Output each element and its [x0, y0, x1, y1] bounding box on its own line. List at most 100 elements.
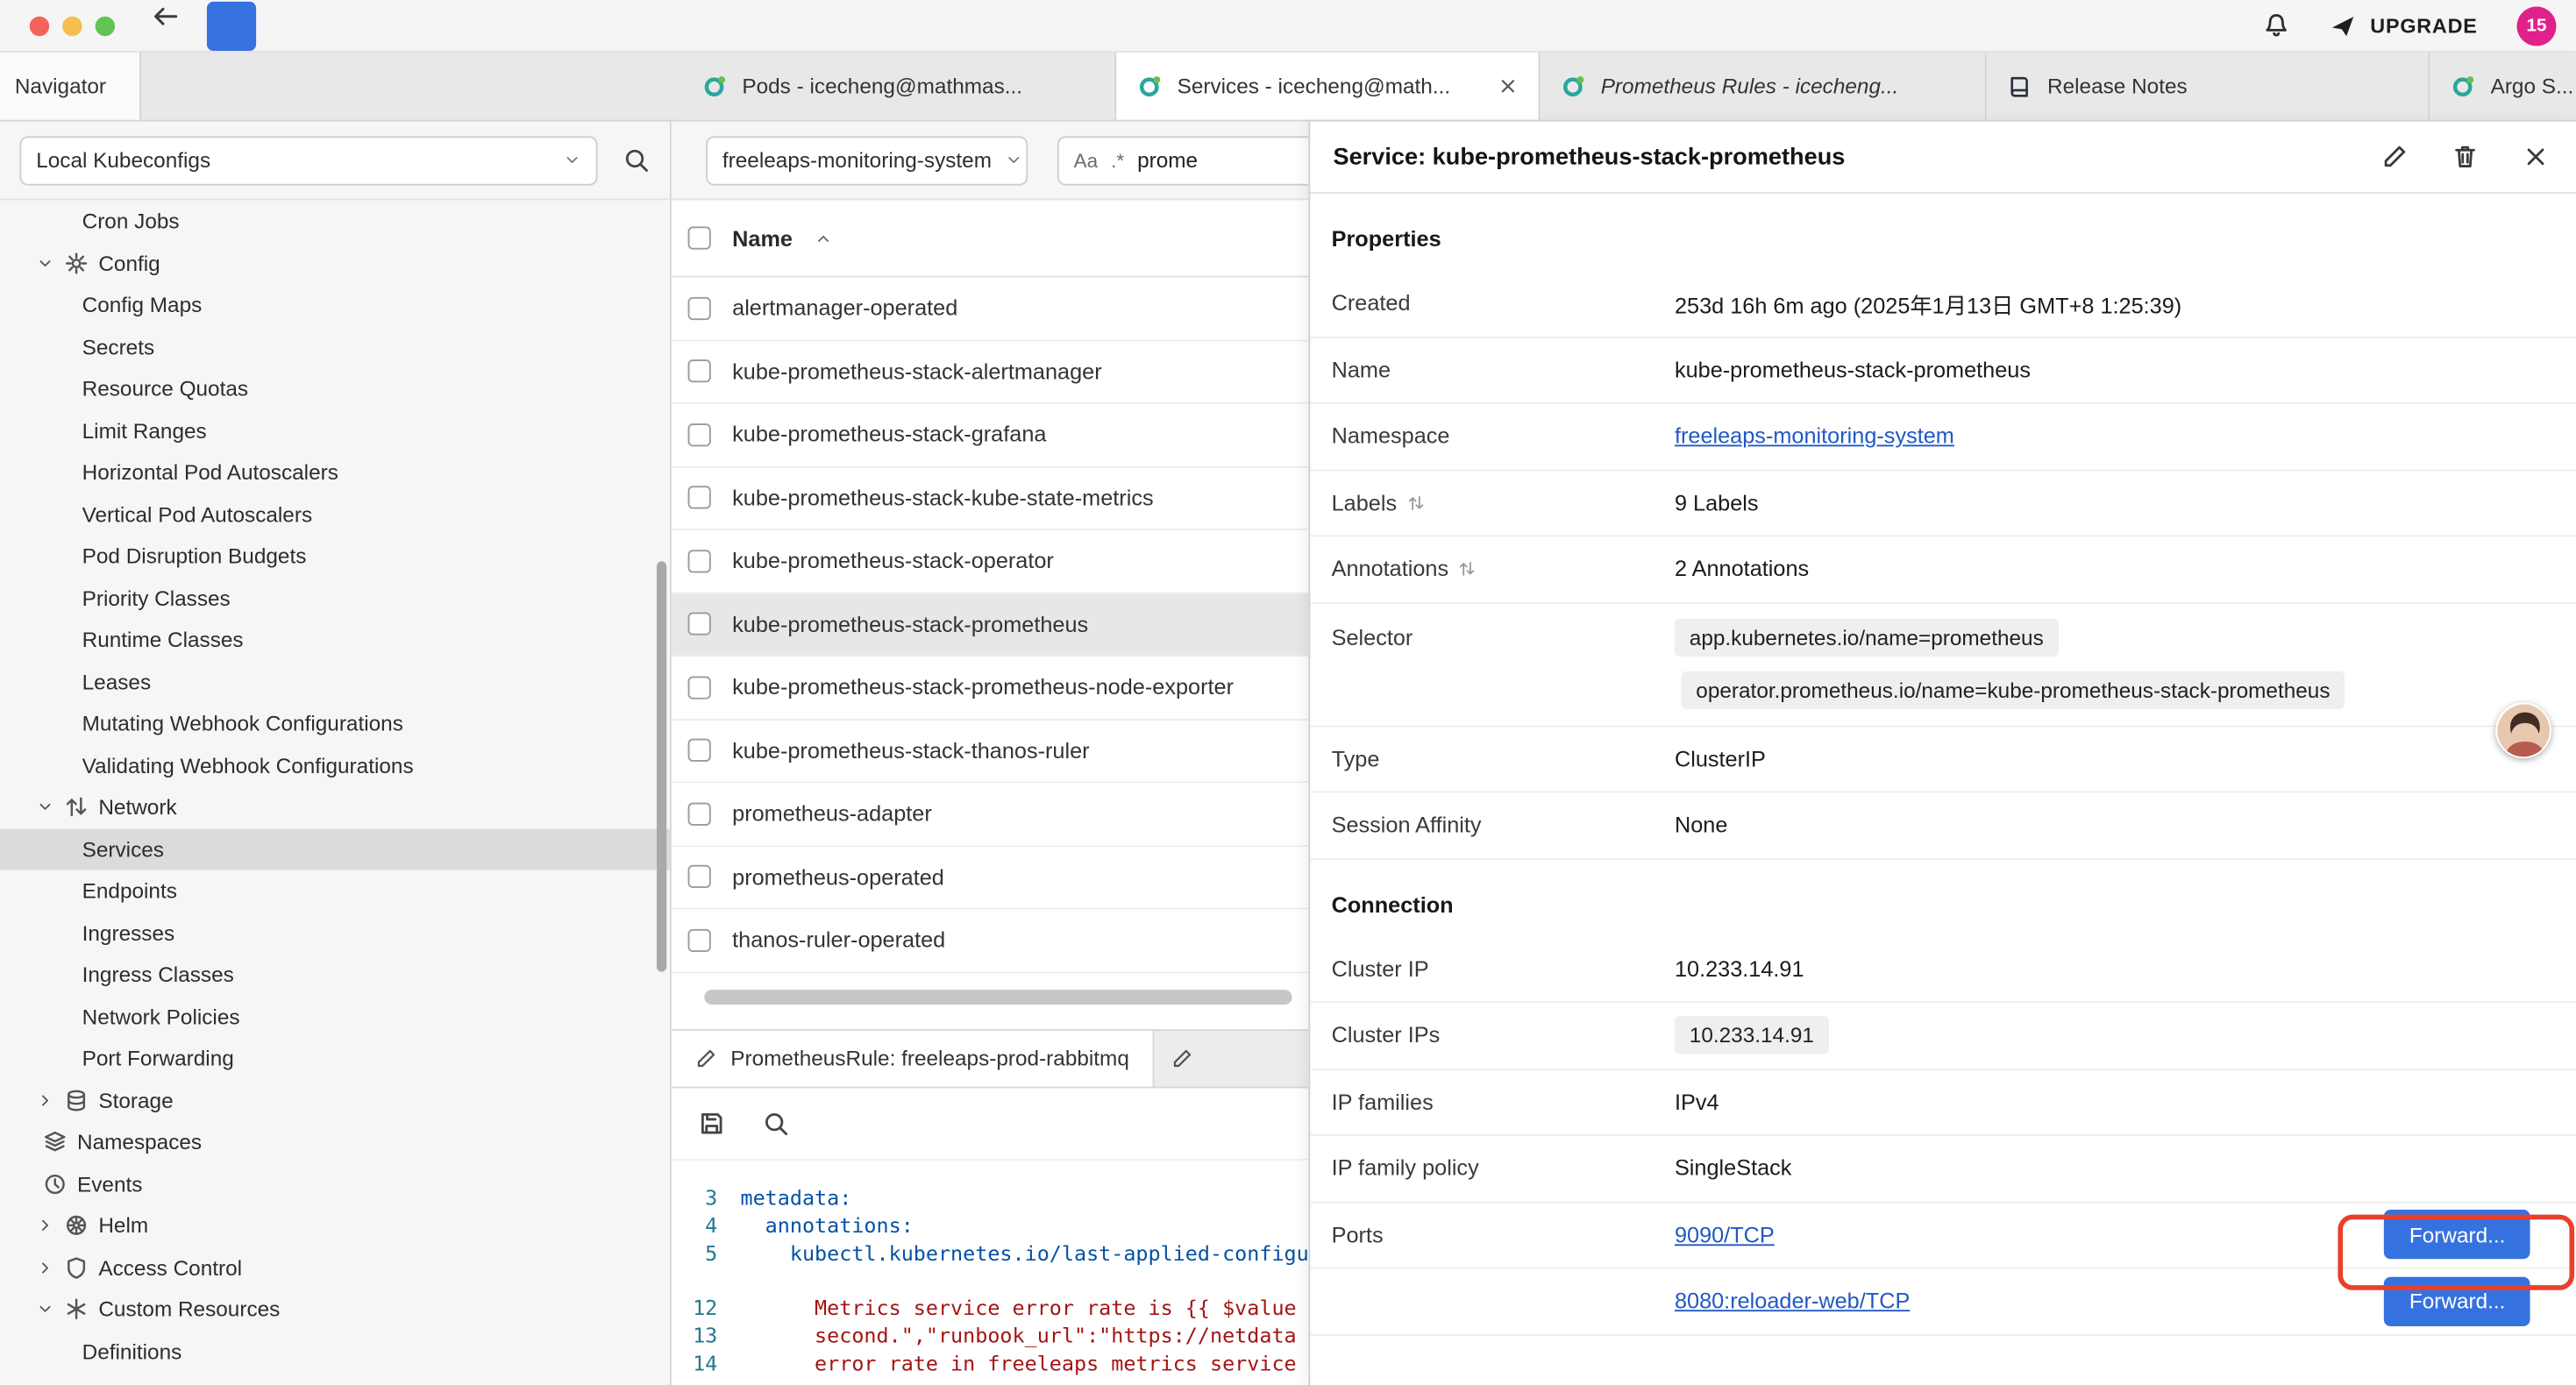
sidebar-item-helm[interactable]: Helm: [0, 1204, 670, 1246]
tab-navigator[interactable]: Navigator: [0, 53, 141, 120]
sidebar-item-cron-jobs[interactable]: Cron Jobs: [0, 200, 670, 242]
close-tab-icon[interactable]: [1498, 75, 1519, 96]
sort-ascending-icon[interactable]: [814, 229, 832, 247]
sidebar-item-custom-resources[interactable]: Custom Resources: [0, 1289, 670, 1331]
sidebar-item-network[interactable]: Network: [0, 786, 670, 828]
expand-updown-icon[interactable]: [1406, 494, 1425, 512]
forward-port-button[interactable]: Forward...: [2385, 1276, 2530, 1325]
namespace-select[interactable]: freeleaps-monitoring-system: [706, 135, 1028, 184]
editor-tab-prometheusrule[interactable]: PrometheusRule: freeleaps-prod-rabbitmq: [672, 1030, 1154, 1086]
sidebar-scrollbar-thumb[interactable]: [657, 561, 666, 971]
sidebar-item-access-control[interactable]: Access Control: [0, 1246, 670, 1289]
sidebar-item-limit-ranges[interactable]: Limit Ranges: [0, 409, 670, 451]
tab-prometheus-rules[interactable]: Prometheus Rules - icecheng...: [1540, 53, 1986, 120]
row-checkbox[interactable]: [688, 613, 711, 636]
match-case-toggle[interactable]: Aa: [1074, 148, 1099, 171]
zoom-window-button[interactable]: [96, 16, 115, 35]
detail-row-type: Type ClusterIP: [1310, 727, 2576, 793]
sidebar-item-storage[interactable]: Storage: [0, 1079, 670, 1121]
edit-pencil-icon[interactable]: [2380, 143, 2409, 171]
sidebar-item-services[interactable]: Services: [0, 828, 670, 870]
table-row[interactable]: prometheus-operated: [672, 846, 1309, 909]
save-button[interactable]: [698, 1109, 726, 1137]
notification-count-badge[interactable]: 15: [2517, 6, 2557, 46]
namespace-link[interactable]: freeleaps-monitoring-system: [1675, 424, 1954, 449]
select-all-checkbox[interactable]: [688, 226, 711, 249]
code-line[interactable]: 5 kubectl.kubernetes.io/last-applied-con…: [672, 1239, 1309, 1267]
sidebar-item-events[interactable]: Events: [0, 1163, 670, 1205]
tab-release-notes[interactable]: Release Notes: [1987, 53, 2430, 120]
table-row[interactable]: kube-prometheus-stack-operator: [672, 530, 1309, 593]
code-line[interactable]: 13 second.","runbook_url":"https://netda…: [672, 1320, 1309, 1348]
row-checkbox[interactable]: [688, 676, 711, 699]
table-row[interactable]: kube-prometheus-stack-alertmanager: [672, 341, 1309, 404]
sidebar-item-config-maps[interactable]: Config Maps: [0, 284, 670, 326]
port-link-9090[interactable]: 9090/TCP: [1675, 1223, 1775, 1247]
sidebar-item-resource-quotas[interactable]: Resource Quotas: [0, 367, 670, 409]
code-line[interactable]: 12 Metrics service error rate is {{ $val…: [672, 1293, 1309, 1321]
table-row-selected[interactable]: kube-prometheus-stack-prometheus: [672, 593, 1309, 657]
delete-trash-icon[interactable]: [2451, 143, 2480, 171]
table-row[interactable]: kube-prometheus-stack-grafana: [672, 404, 1309, 467]
forward-port-button[interactable]: Forward...: [2385, 1211, 2530, 1260]
sidebar-item-validating-webhook-configurations[interactable]: Validating Webhook Configurations: [0, 744, 670, 786]
yaml-editor[interactable]: 3metadata: 4 annotations: 5 kubectl.kube…: [672, 1160, 1309, 1376]
sidebar-item-definitions[interactable]: Definitions: [0, 1331, 670, 1373]
sidebar-item-secrets[interactable]: Secrets: [0, 326, 670, 368]
table-row[interactable]: kube-prometheus-stack-kube-state-metrics: [672, 467, 1309, 530]
row-checkbox[interactable]: [688, 928, 711, 951]
minimize-window-button[interactable]: [62, 16, 82, 35]
sidebar-item-namespaces[interactable]: Namespaces: [0, 1121, 670, 1163]
table-row[interactable]: thanos-ruler-operated: [672, 909, 1309, 972]
table-row[interactable]: prometheus-adapter: [672, 783, 1309, 846]
row-checkbox[interactable]: [688, 865, 711, 888]
sidebar-item-priority-classes[interactable]: Priority Classes: [0, 577, 670, 619]
row-checkbox[interactable]: [688, 360, 711, 383]
sidebar-item-port-forwarding[interactable]: Port Forwarding: [0, 1037, 670, 1079]
close-panel-icon[interactable]: [2522, 143, 2550, 171]
horizontal-scrollbar-thumb[interactable]: [704, 989, 1292, 1004]
tab-pods[interactable]: Pods - icecheng@mathmas...: [681, 53, 1116, 120]
forward-arrow-icon[interactable]: [207, 1, 256, 50]
notification-bell-icon[interactable]: [2262, 11, 2290, 39]
kubeconfig-select[interactable]: Local Kubeconfigs: [19, 135, 597, 184]
table-row[interactable]: alertmanager-operated: [672, 277, 1309, 340]
table-row[interactable]: kube-prometheus-stack-prometheus-node-ex…: [672, 657, 1309, 720]
sidebar-item-runtime-classes[interactable]: Runtime Classes: [0, 619, 670, 661]
folded-region[interactable]: [672, 1267, 1309, 1293]
sidebar-item-mutating-webhook-configurations[interactable]: Mutating Webhook Configurations: [0, 702, 670, 744]
regex-toggle[interactable]: .*: [1111, 148, 1124, 171]
row-checkbox[interactable]: [688, 739, 711, 762]
editor-search-button[interactable]: [762, 1109, 790, 1137]
sidebar-item-horizontal-pod-autoscalers[interactable]: Horizontal Pod Autoscalers: [0, 451, 670, 494]
code-line[interactable]: 14 error rate in freeleaps metrics servi…: [672, 1348, 1309, 1376]
expand-updown-icon[interactable]: [1458, 560, 1477, 579]
filter-search-input[interactable]: Aa .* prome: [1057, 135, 1308, 184]
sidebar-item-leases[interactable]: Leases: [0, 661, 670, 703]
table-row[interactable]: kube-prometheus-stack-thanos-ruler: [672, 720, 1309, 783]
row-checkbox[interactable]: [688, 487, 711, 509]
avatar[interactable]: [2495, 702, 2551, 758]
sidebar-item-ingresses[interactable]: Ingresses: [0, 912, 670, 954]
name-column-header[interactable]: Name: [732, 225, 793, 250]
sidebar-item-ingress-classes[interactable]: Ingress Classes: [0, 954, 670, 996]
tab-argo[interactable]: Argo S...: [2430, 53, 2576, 120]
close-window-button[interactable]: [30, 16, 49, 35]
sidebar-item-vertical-pod-autoscalers[interactable]: Vertical Pod Autoscalers: [0, 494, 670, 536]
tab-services[interactable]: Services - icecheng@math...: [1116, 53, 1540, 120]
code-line[interactable]: 4 annotations:: [672, 1211, 1309, 1239]
sidebar-search-button[interactable]: [623, 146, 651, 174]
sidebar-item-pod-disruption-budgets[interactable]: Pod Disruption Budgets: [0, 535, 670, 577]
row-checkbox[interactable]: [688, 296, 711, 319]
port-link-8080[interactable]: 8080:reloader-web/TCP: [1675, 1289, 1910, 1313]
sidebar-item-endpoints[interactable]: Endpoints: [0, 870, 670, 912]
row-checkbox[interactable]: [688, 423, 711, 446]
sidebar-item-network-policies[interactable]: Network Policies: [0, 996, 670, 1038]
row-checkbox[interactable]: [688, 802, 711, 825]
sidebar-item-config[interactable]: Config: [0, 242, 670, 284]
editor-tab-partial[interactable]: [1154, 1030, 1210, 1086]
code-line[interactable]: 3metadata:: [672, 1183, 1309, 1211]
upgrade-button[interactable]: UPGRADE: [2329, 12, 2477, 39]
row-checkbox[interactable]: [688, 550, 711, 572]
back-arrow-icon[interactable]: [151, 1, 181, 31]
